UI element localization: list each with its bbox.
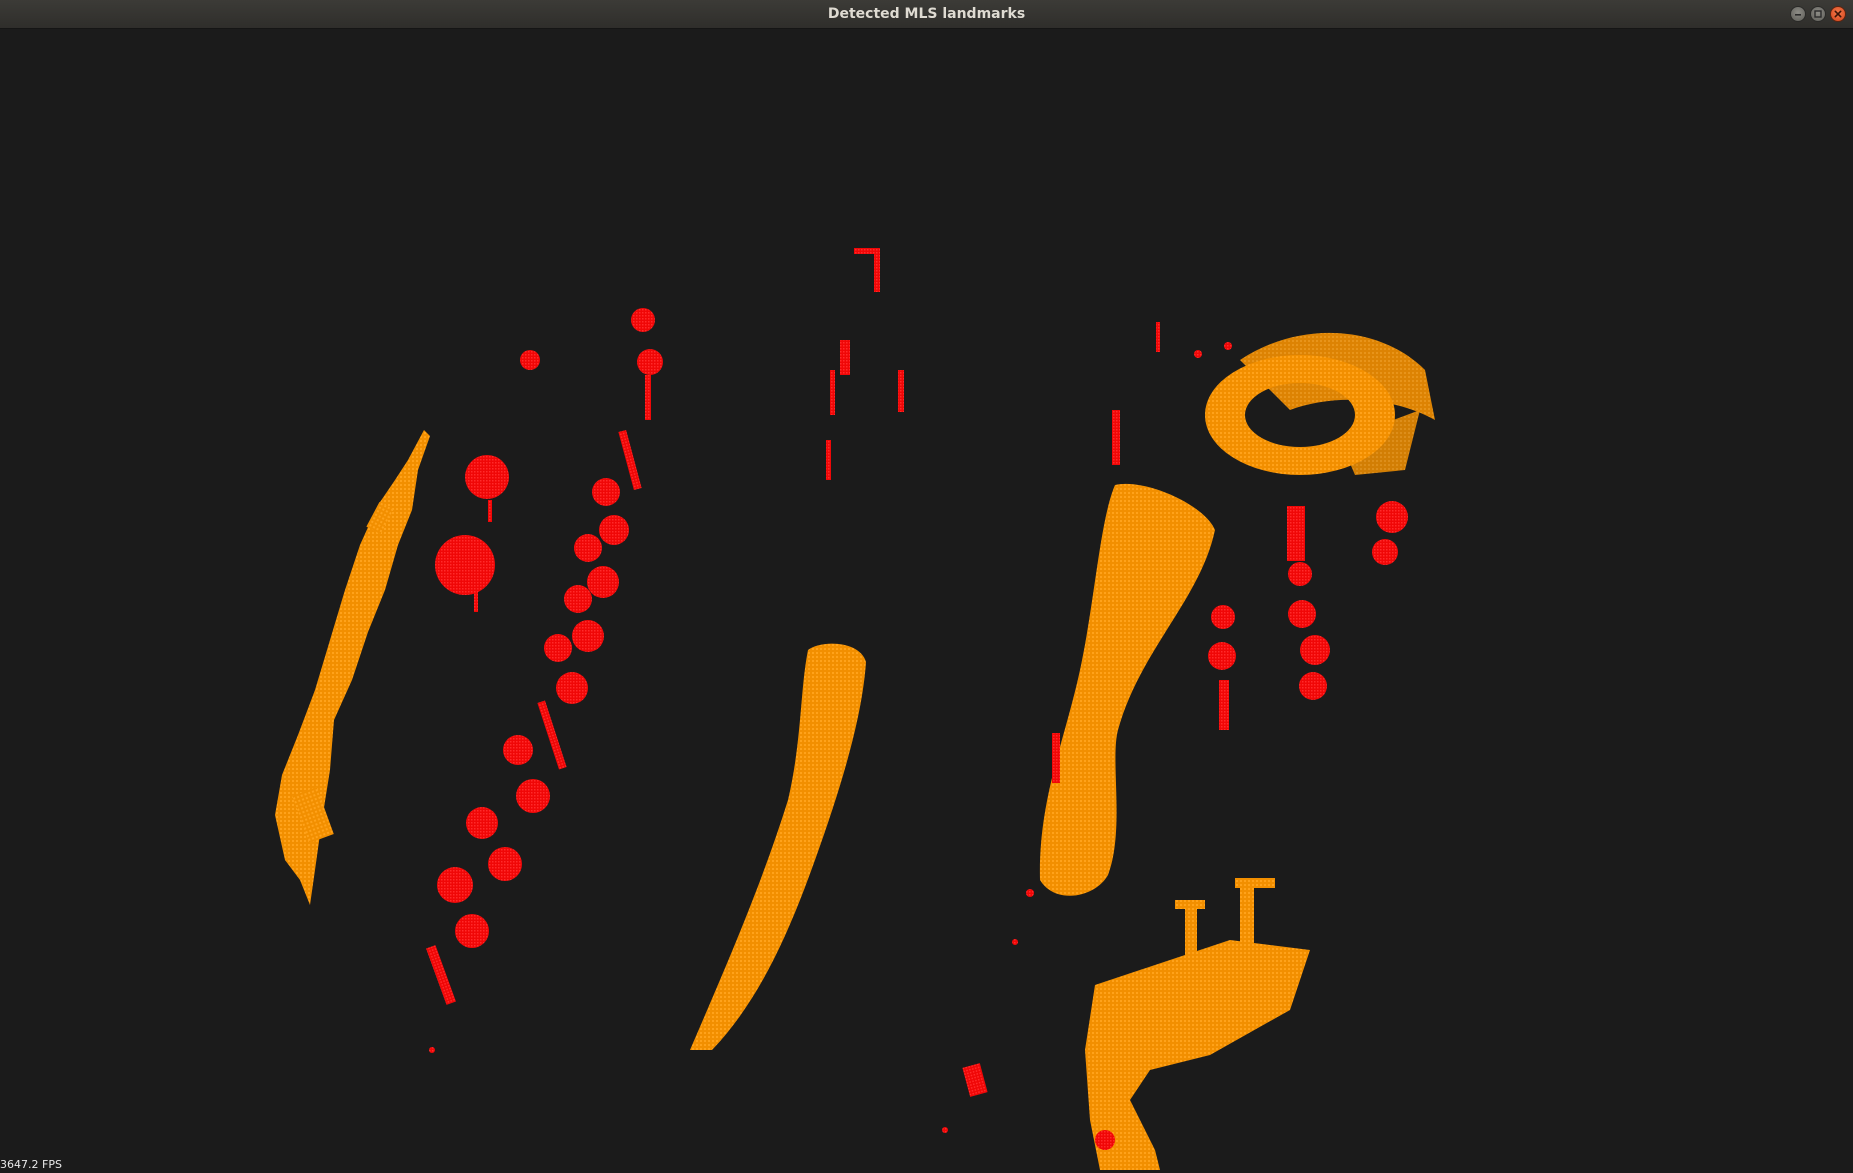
trees-and-poles-inner-row <box>537 308 663 770</box>
maximize-button[interactable] <box>1810 6 1826 22</box>
point-cloud-viewport[interactable] <box>0 29 1853 1173</box>
maximize-icon <box>1814 10 1822 18</box>
viewer-window: Detected MLS landmarks 3647.2 FPS <box>0 0 1853 1173</box>
minimize-button[interactable] <box>1790 6 1806 22</box>
title-bar[interactable]: Detected MLS landmarks <box>0 0 1853 29</box>
close-button[interactable] <box>1830 6 1846 22</box>
building-structure-bottom <box>1085 878 1310 1170</box>
road-segment-center <box>690 643 866 1050</box>
window-title: Detected MLS landmarks <box>827 6 1026 22</box>
canopy-structure <box>1205 332 1435 475</box>
building-facade-left <box>275 430 430 905</box>
close-icon <box>1834 10 1842 18</box>
trees-right-cluster <box>1208 501 1408 730</box>
poles-center-top <box>826 248 904 480</box>
minimize-icon <box>1795 14 1801 16</box>
road-segment-right <box>1039 483 1215 896</box>
fps-counter: 3647.2 FPS <box>0 1158 62 1171</box>
trees-and-poles-left <box>426 350 550 1053</box>
point-cloud-scene[interactable] <box>0 29 1853 1173</box>
